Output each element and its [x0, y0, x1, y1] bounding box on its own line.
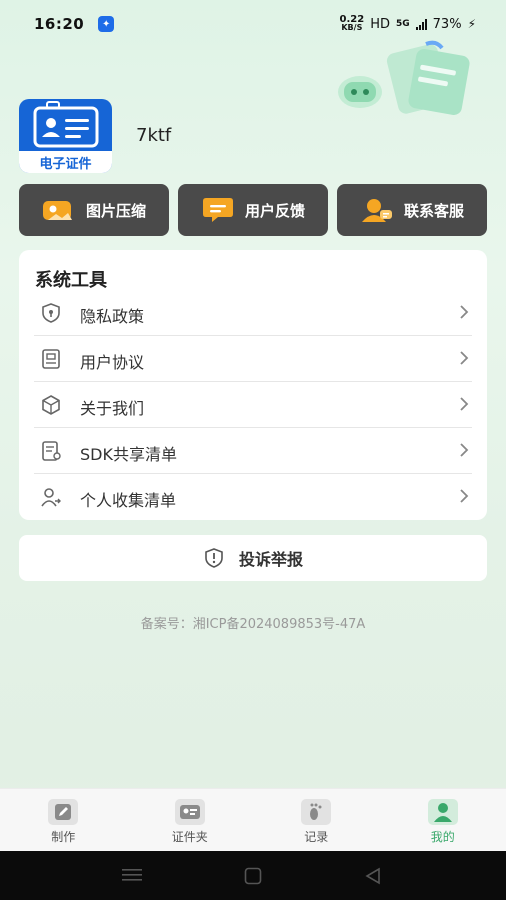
tab-records[interactable]: 记录: [253, 789, 380, 851]
battery-level: 73%: [432, 16, 462, 32]
hd-indicator: HD: [370, 16, 390, 32]
about-us-label: 关于我们: [80, 399, 145, 418]
image-compress-button[interactable]: 图片压缩: [19, 184, 169, 236]
chevron-right-icon: [460, 397, 469, 411]
personal-info-list-label: 个人收集清单: [80, 491, 177, 510]
feedback-button[interactable]: 用户反馈: [178, 184, 328, 236]
image-compress-label: 图片压缩: [85, 201, 146, 220]
edit-icon: [48, 799, 79, 825]
bottom-tab-bar: 制作 证件夹 记录 我的: [0, 788, 506, 851]
menu-icon[interactable]: [122, 868, 142, 882]
icp-record: 备案号：湘ICP备2024089853号-47A: [140, 617, 366, 632]
system-tools-title: 系统工具: [35, 270, 107, 291]
privacy-policy-label: 隐私政策: [80, 307, 145, 326]
list-icon: [42, 441, 61, 461]
shield-icon: [42, 303, 60, 323]
user-agreement-item[interactable]: 用户协议: [19, 336, 487, 382]
footprint-icon: [301, 799, 332, 825]
network-speed-unit: KB/S: [341, 23, 363, 32]
user-share-icon: [41, 488, 61, 507]
person-icon: [427, 799, 458, 825]
feedback-icon: [202, 198, 233, 222]
complaint-report-label: 投诉举报: [238, 550, 303, 569]
app-logo: 电子证件: [19, 99, 112, 173]
sdk-share-list-item[interactable]: SDK共享清单: [19, 428, 487, 474]
tab-make[interactable]: 制作: [0, 789, 127, 851]
about-us-item[interactable]: 关于我们: [19, 382, 487, 428]
id-card-logo-icon: [33, 101, 99, 148]
tab-records-label: 记录: [304, 830, 329, 844]
app-notification-icon: ✦: [98, 16, 115, 32]
tab-mine[interactable]: 我的: [380, 789, 506, 851]
document-icon: [42, 349, 60, 369]
chevron-right-icon: [460, 443, 469, 457]
network-speed: 0.22 KB/S: [340, 15, 365, 32]
network-type: 5G: [396, 19, 410, 29]
alert-shield-icon: [205, 548, 223, 568]
system-tools-card: 系统工具 隐私政策 用户协议 关于我们 SDK共享清单 个人收集清单: [19, 250, 487, 520]
system-nav-bar: [0, 851, 506, 900]
user-agreement-label: 用户协议: [80, 353, 145, 372]
cube-icon: [42, 395, 60, 415]
privacy-policy-item[interactable]: 隐私政策: [19, 290, 487, 336]
status-indicators: 0.22 KB/S HD 5G 73% ⚡: [340, 15, 476, 32]
sdk-share-list-label: SDK共享清单: [80, 445, 177, 464]
customer-service-button[interactable]: 联系客服: [337, 184, 487, 236]
tab-mine-label: 我的: [430, 830, 455, 844]
complaint-report-button[interactable]: 投诉举报: [19, 535, 487, 581]
home-icon[interactable]: [244, 867, 262, 885]
username: 7ktf: [136, 125, 172, 146]
chevron-right-icon: [460, 351, 469, 365]
signal-icon: [415, 18, 427, 30]
image-compress-icon: [42, 201, 72, 220]
personal-info-list-item[interactable]: 个人收集清单: [19, 474, 487, 520]
chevron-right-icon: [460, 489, 469, 503]
logo-label: 电子证件: [19, 151, 112, 173]
chevron-right-icon: [460, 305, 469, 319]
status-time: 16:20: [34, 15, 85, 33]
feedback-label: 用户反馈: [244, 201, 305, 220]
tab-make-label: 制作: [51, 830, 76, 844]
back-icon[interactable]: [364, 867, 382, 885]
id-card-icon: [174, 799, 205, 825]
quick-actions: 图片压缩 用户反馈 联系客服: [19, 184, 487, 236]
charging-icon: ⚡: [467, 17, 476, 31]
hero-illustration: [338, 40, 470, 115]
tab-id-folder[interactable]: 证件夹: [127, 789, 254, 851]
customer-service-icon: [361, 199, 392, 222]
tab-id-folder-label: 证件夹: [171, 830, 208, 844]
customer-service-label: 联系客服: [403, 201, 464, 220]
